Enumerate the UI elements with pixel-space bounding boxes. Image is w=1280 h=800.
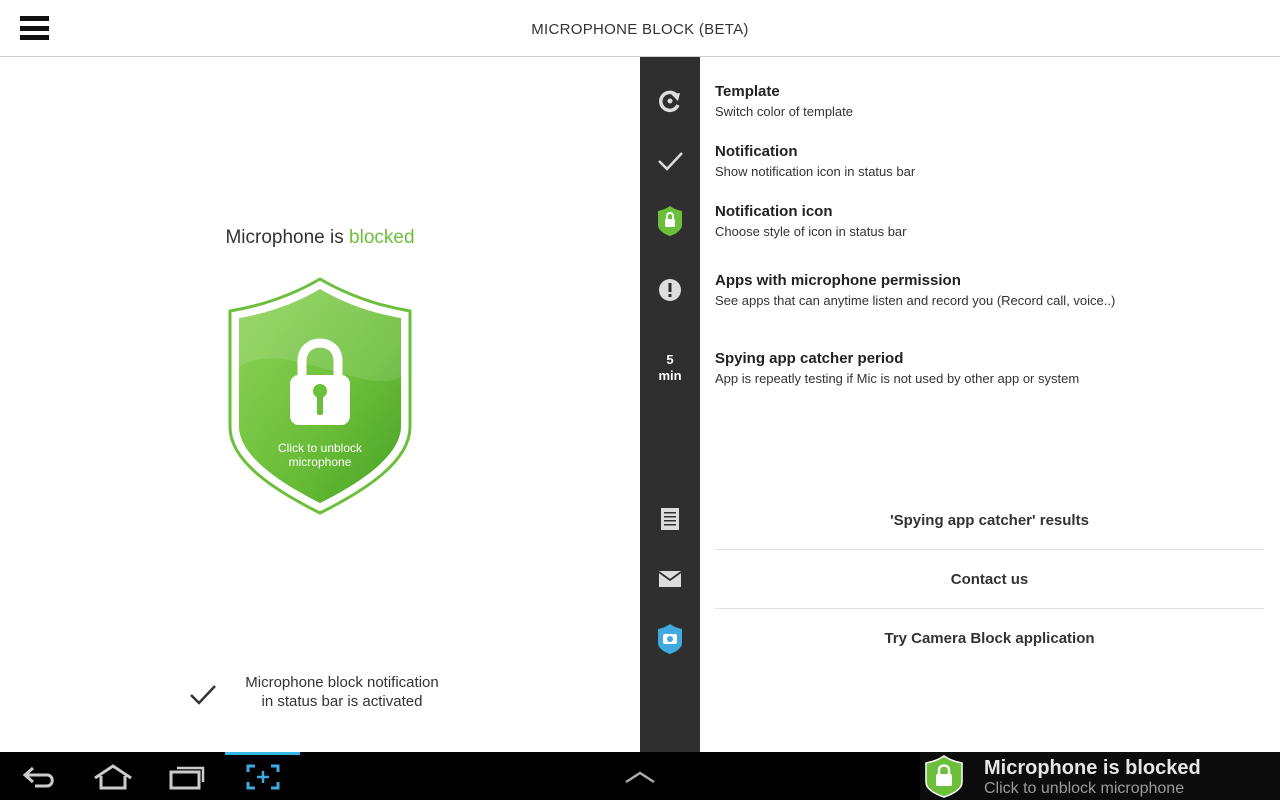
- status-notification[interactable]: Microphone is blocked Click to unblock m…: [920, 752, 1280, 800]
- notification-subtitle: Click to unblock microphone: [984, 780, 1185, 797]
- notification-activated-message: Microphone block notification in status …: [186, 673, 466, 717]
- refresh-icon[interactable]: [650, 81, 690, 121]
- home-icon[interactable]: [88, 760, 138, 794]
- lock-shield-icon: [925, 755, 963, 798]
- alert-icon[interactable]: [650, 270, 690, 310]
- mail-icon[interactable]: [650, 559, 690, 599]
- system-bar: Microphone is blocked Click to unblock m…: [0, 752, 1280, 800]
- active-indicator: [225, 752, 300, 755]
- catcher-results-link[interactable]: 'Spying app catcher' results: [715, 491, 1264, 550]
- app-title: MICROPHONE BLOCK (BETA): [531, 21, 749, 38]
- status-panel: Microphone is blocked Click to unblock m…: [0, 57, 640, 752]
- check-icon: [190, 685, 216, 705]
- status-prefix: Microphone is: [225, 227, 350, 248]
- setting-notification-icon[interactable]: Notification icon Choose style of icon i…: [715, 202, 1265, 241]
- lock-shield-icon[interactable]: [650, 201, 690, 241]
- status-value: blocked: [349, 227, 415, 248]
- screenshot-icon[interactable]: [238, 760, 288, 794]
- camera-shield-icon[interactable]: [650, 619, 690, 659]
- contact-us-link[interactable]: Contact us: [715, 550, 1264, 609]
- recent-apps-icon[interactable]: [162, 760, 212, 794]
- check-icon[interactable]: [650, 141, 690, 181]
- setting-template[interactable]: Template Switch color of template: [715, 82, 1265, 121]
- notification-title: Microphone is blocked: [984, 757, 1201, 779]
- chevron-up-icon[interactable]: [615, 760, 665, 794]
- document-icon[interactable]: [650, 499, 690, 539]
- action-bar: MICROPHONE BLOCK (BETA): [0, 0, 1280, 57]
- setting-catcher-period[interactable]: Spying app catcher period App is repeatl…: [715, 349, 1265, 388]
- back-icon[interactable]: [14, 760, 64, 794]
- microphone-status: Microphone is blocked: [0, 227, 640, 249]
- shield-label: Click to unblock microphone: [277, 441, 363, 469]
- lock-shield-icon: [228, 277, 412, 515]
- settings-icon-rail: 5 min: [640, 57, 700, 752]
- period-indicator[interactable]: 5 min: [640, 352, 700, 384]
- setting-apps-permission[interactable]: Apps with microphone permission See apps…: [715, 271, 1265, 310]
- settings-panel: Template Switch color of template Notifi…: [700, 57, 1280, 752]
- setting-notification[interactable]: Notification Show notification icon in s…: [715, 142, 1265, 181]
- camera-block-link[interactable]: Try Camera Block application: [715, 609, 1264, 668]
- unblock-shield-button[interactable]: Click to unblock microphone: [224, 277, 416, 517]
